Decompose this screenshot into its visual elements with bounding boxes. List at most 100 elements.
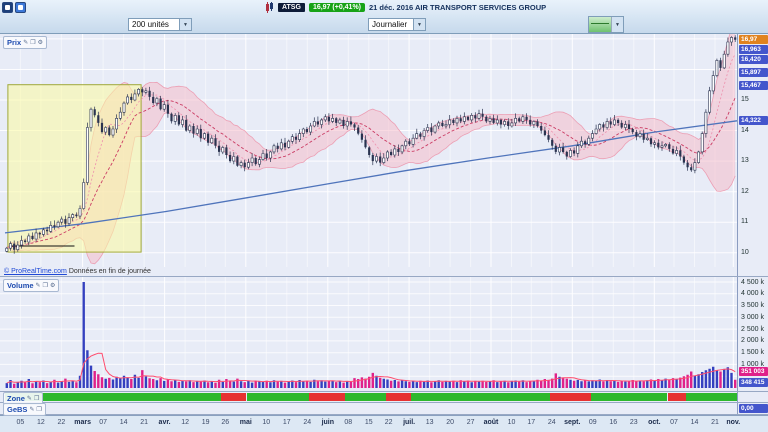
zone-green-segment bbox=[411, 393, 550, 401]
volume-badge: 351 003 bbox=[739, 367, 768, 376]
week-axis-label: 17 bbox=[527, 419, 535, 426]
volume-scale[interactable]: 4 500 k4 000 k3 500 k3 000 k2 500 k2 000… bbox=[737, 277, 768, 391]
volume-pane-chip: Volume ✎ ❐ ⚙ bbox=[3, 279, 59, 292]
units-dropdown[interactable]: 200 unités ▼ bbox=[128, 18, 192, 31]
week-axis-label: 26 bbox=[221, 419, 229, 426]
prorealtime-window: ATSG 16,97 (+0,41%) 21 déc. 2016 AIR TRA… bbox=[0, 0, 768, 432]
gebs-pane: GeBS ✎ ❐ 0,00 bbox=[0, 403, 768, 415]
week-axis-label: 10 bbox=[508, 419, 516, 426]
price-pane-chip: Prix ✎ ❐ ⚙ bbox=[3, 36, 47, 49]
prorealtime-link[interactable]: © ProRealTime.com bbox=[4, 268, 67, 275]
price-tick-label: 11 bbox=[741, 218, 748, 225]
week-axis-label: 09 bbox=[589, 419, 597, 426]
week-axis-label: 27 bbox=[467, 419, 475, 426]
price-badge: 15,897 bbox=[739, 68, 768, 77]
gebs-scale: 0,00 bbox=[737, 403, 768, 414]
volume-tick-label: 3 500 k bbox=[741, 302, 764, 309]
symbol-badge: ATSG bbox=[278, 3, 305, 12]
volume-pane-label: Volume bbox=[7, 281, 34, 290]
week-axis-label: 23 bbox=[630, 419, 638, 426]
volume-bars bbox=[6, 282, 737, 388]
week-axis-label: 12 bbox=[181, 419, 189, 426]
pane-settings-icon[interactable]: ⚙ bbox=[38, 40, 43, 46]
gebs-badge: 0,00 bbox=[739, 404, 768, 413]
week-axis-label: 21 bbox=[140, 419, 148, 426]
pane-edit-icon[interactable]: ✎ bbox=[29, 407, 34, 413]
window-controls bbox=[2, 2, 26, 13]
price-scale[interactable]: 15141312111016,9716,96316,42015,89715,46… bbox=[737, 34, 768, 276]
pane-window-icon[interactable]: ❐ bbox=[43, 283, 48, 289]
price-tick-label: 13 bbox=[741, 157, 749, 164]
month-axis-label: sept. bbox=[564, 419, 580, 426]
toolbar-row-controls: 200 unités ▼ Journalier ▼ ▼ bbox=[0, 16, 768, 33]
price-tick-label: 15 bbox=[741, 96, 749, 103]
week-axis-label: 21 bbox=[711, 419, 719, 426]
week-axis-label: 17 bbox=[283, 419, 291, 426]
volume-pane: Volume ✎ ❐ ⚙ 4 500 k4 000 k3 500 k3 000 … bbox=[0, 277, 768, 392]
zone-green-segment bbox=[686, 393, 737, 401]
zone-indicator-strip bbox=[5, 393, 737, 401]
app-grid-icon[interactable] bbox=[15, 2, 26, 13]
week-axis-label: 22 bbox=[385, 419, 393, 426]
toolbar: ATSG 16,97 (+0,41%) 21 déc. 2016 AIR TRA… bbox=[0, 0, 768, 34]
pane-window-icon[interactable]: ❐ bbox=[34, 396, 39, 402]
price-tick-label: 12 bbox=[741, 188, 749, 195]
week-axis-label: 14 bbox=[691, 419, 699, 426]
quote-badge: 16,97 (+0,41%) bbox=[309, 3, 365, 12]
week-axis-label: 24 bbox=[303, 419, 311, 426]
instrument-info: ATSG 16,97 (+0,41%) 21 déc. 2016 AIR TRA… bbox=[265, 2, 546, 13]
price-pane: Prix ✎ ❐ ⚙ 15141312111016,9716,96316,420… bbox=[0, 34, 768, 277]
pane-edit-icon[interactable]: ✎ bbox=[23, 40, 28, 46]
zone-red-segment bbox=[221, 393, 247, 401]
volume-tick-label: 3 000 k bbox=[741, 314, 764, 321]
week-axis-label: 07 bbox=[99, 419, 107, 426]
price-badge: 16,97 bbox=[739, 35, 768, 44]
price-tick-label: 10 bbox=[741, 249, 749, 256]
copyright-line: © ProRealTime.com Données en fin de jour… bbox=[4, 268, 151, 275]
chevron-down-icon[interactable]: ▼ bbox=[612, 17, 623, 32]
month-axis-label: mars bbox=[74, 419, 91, 426]
volume-chart[interactable] bbox=[0, 277, 737, 391]
month-axis-label: oct. bbox=[648, 419, 660, 426]
timeframe-dropdown[interactable]: Journalier ▼ bbox=[368, 18, 426, 31]
month-axis-label: avr. bbox=[159, 419, 171, 426]
window-menu-icon[interactable] bbox=[2, 2, 13, 13]
week-axis-label: 10 bbox=[262, 419, 270, 426]
week-axis-label: 16 bbox=[609, 419, 617, 426]
price-chart[interactable] bbox=[0, 34, 737, 276]
pane-window-icon[interactable]: ❐ bbox=[36, 407, 41, 413]
zone-green-segment bbox=[591, 393, 668, 401]
pane-edit-icon[interactable]: ✎ bbox=[27, 396, 32, 402]
volume-badge: 348 415 bbox=[739, 378, 768, 387]
zone-scale bbox=[737, 392, 768, 402]
volume-tick-label: 2 000 k bbox=[741, 337, 764, 344]
gebs-pane-chip: GeBS ✎ ❐ bbox=[3, 403, 46, 416]
price-badge: 14,322 bbox=[739, 116, 768, 125]
price-badge: 15,467 bbox=[739, 81, 768, 90]
month-axis-label: août bbox=[484, 419, 499, 426]
pane-settings-icon[interactable]: ⚙ bbox=[50, 283, 55, 289]
zone-red-segment bbox=[386, 393, 412, 401]
zone-green-segment bbox=[345, 393, 385, 401]
week-axis-label: 08 bbox=[344, 419, 352, 426]
week-axis-label: 14 bbox=[120, 419, 128, 426]
pane-edit-icon[interactable]: ✎ bbox=[36, 283, 41, 289]
candlestick-icon bbox=[265, 2, 274, 13]
time-axis[interactable]: 051222mars071421avr.121926mai101724juin0… bbox=[0, 415, 768, 432]
week-axis-label: 22 bbox=[57, 419, 65, 426]
chart-style-button[interactable]: ▼ bbox=[588, 16, 624, 33]
volume-tick-label: 2 500 k bbox=[741, 326, 764, 333]
toolbar-row-info: ATSG 16,97 (+0,41%) 21 déc. 2016 AIR TRA… bbox=[0, 0, 768, 16]
zone-red-segment bbox=[309, 393, 346, 401]
chevron-down-icon[interactable]: ▼ bbox=[179, 19, 191, 30]
price-badge: 16,963 bbox=[739, 45, 768, 54]
volume-tick-label: 1 500 k bbox=[741, 349, 764, 356]
chevron-down-icon[interactable]: ▼ bbox=[413, 19, 425, 30]
price-tick-label: 14 bbox=[741, 127, 749, 134]
data-note: Données en fin de journée bbox=[69, 268, 151, 275]
gebs-pane-label: GeBS bbox=[7, 405, 27, 414]
instrument-title: 21 déc. 2016 AIR TRANSPORT SERVICES GROU… bbox=[369, 3, 546, 12]
pane-window-icon[interactable]: ❐ bbox=[30, 40, 35, 46]
price-pane-label: Prix bbox=[7, 38, 21, 47]
chart-thumbnail-icon bbox=[589, 17, 612, 32]
